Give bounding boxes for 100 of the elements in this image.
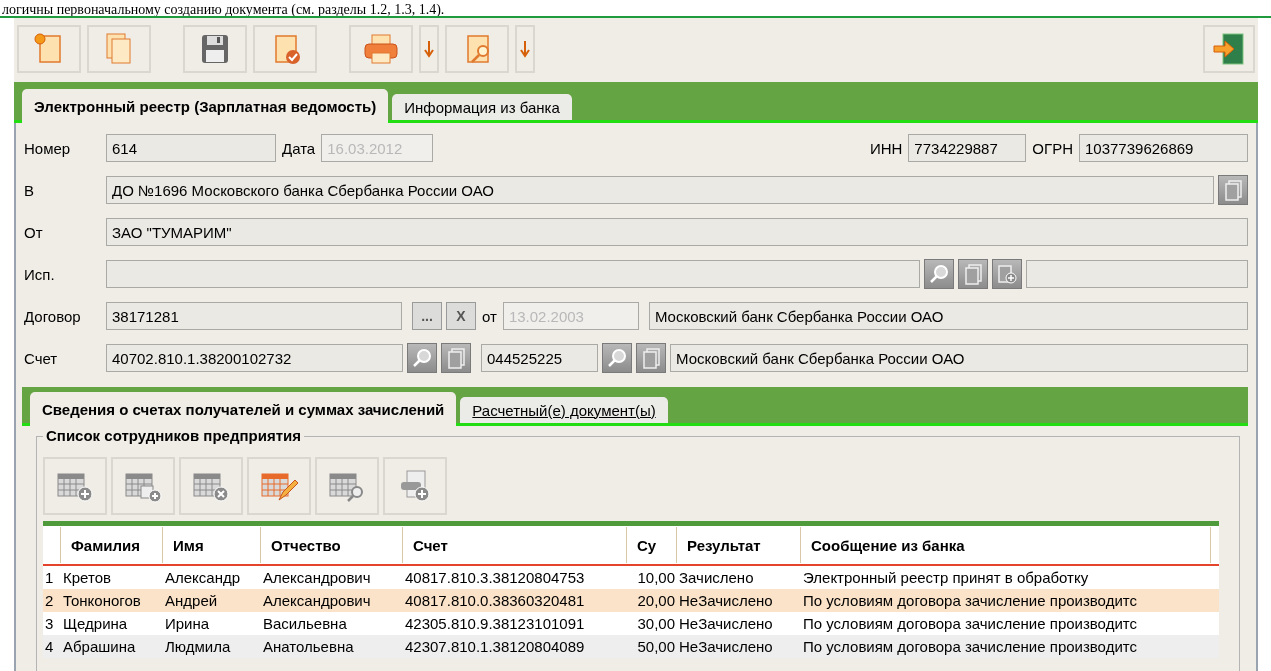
- column-header[interactable]: Су: [627, 527, 677, 563]
- executor-field[interactable]: [106, 260, 920, 288]
- column-header[interactable]: Результат: [677, 527, 801, 563]
- tab[interactable]: Электронный реестр (Зарплатная ведомость): [22, 89, 389, 123]
- approve-document-button[interactable]: [253, 25, 317, 73]
- tab[interactable]: Информация из банка: [392, 94, 572, 120]
- find-row-button[interactable]: [315, 457, 379, 515]
- ogrn-field[interactable]: 1037739626869: [1079, 134, 1248, 162]
- add-row-button[interactable]: [43, 457, 107, 515]
- column-header[interactable]: Отчество: [261, 527, 403, 563]
- table-cell-text: Тонконогов: [62, 592, 142, 609]
- table-cell-text: Зачислено: [678, 569, 755, 586]
- table-cell-text: 42307.810.1.38120804089: [404, 638, 586, 655]
- table-cell-text: 40817.810.0.38360320481: [404, 592, 586, 609]
- table-cell-text: 50,00: [636, 638, 676, 655]
- pages-icon: [446, 347, 466, 369]
- table-cell-text: Александрович: [262, 569, 372, 586]
- table-row[interactable]: 4 Абрашина Людмила Анатольевна 42307.810.1.38120804089 50,00 НеЗачислено По условиям договора зачисление производитс: [43, 635, 1219, 658]
- table-cell-text: Ирина: [164, 615, 211, 632]
- account-field[interactable]: 40702.810.1.38200102732: [106, 344, 403, 372]
- table-cell-text: Абрашина: [62, 638, 137, 655]
- recipient-field[interactable]: ДО №1696 Московского банка Сбербанка России ОАО: [106, 176, 1214, 204]
- pages-icon: [641, 347, 661, 369]
- executor-extra-field[interactable]: [1026, 260, 1248, 288]
- save-button[interactable]: [183, 25, 247, 73]
- table-cell-text: 2: [44, 592, 55, 609]
- table-cell-text: По условиям договора зачисление производитс: [802, 615, 1138, 632]
- search-button[interactable]: [602, 343, 632, 373]
- preview-button[interactable]: [445, 25, 509, 73]
- search-icon: [411, 347, 433, 369]
- printer-icon: [361, 31, 401, 67]
- exit-button[interactable]: [1203, 25, 1255, 73]
- column-header[interactable]: Имя: [163, 527, 261, 563]
- add-button[interactable]: [992, 259, 1022, 289]
- tab[interactable]: Расчетный(е) документ(ы): [460, 397, 668, 423]
- table-cell-text: 10,00: [636, 569, 676, 586]
- table-row[interactable]: 2 Тонконогов Андрей Александрович 40817.810.0.38360320481 20,00 НеЗачислено По условиям договора зачисление производитс: [43, 589, 1219, 612]
- print-dropdown-button[interactable]: [419, 25, 439, 73]
- down-arrow-icon: [424, 40, 434, 58]
- table-cell-text: 4: [44, 638, 55, 655]
- down-arrow-icon: [520, 40, 530, 58]
- table-cell-text: 40817.810.3.38120804753: [404, 569, 586, 586]
- table-cell-text: 30,00: [636, 615, 676, 632]
- field-label: от: [481, 307, 498, 325]
- field-label: Дата: [281, 139, 317, 157]
- column-header[interactable]: Фамилия: [61, 527, 163, 563]
- tab[interactable]: Сведения о счетах получателей и суммах зачислений: [30, 392, 457, 426]
- search-icon: [928, 263, 950, 285]
- table-cell-text: Александр: [164, 569, 242, 586]
- table-cell-text: Кретов: [62, 569, 112, 586]
- copy-document-button[interactable]: [87, 25, 151, 73]
- bik-field[interactable]: 044525225: [481, 344, 598, 372]
- sender-field[interactable]: ЗАО "ТУМАРИМ": [106, 218, 1248, 246]
- field-label: ИНН: [868, 139, 904, 157]
- new-document-button[interactable]: [17, 25, 81, 73]
- select-button[interactable]: [958, 259, 988, 289]
- field-label: От: [23, 223, 44, 241]
- edit-row-button[interactable]: [247, 457, 311, 515]
- table-cell-text: Александрович: [262, 592, 372, 609]
- delete-row-button[interactable]: [179, 457, 243, 515]
- table-cell-text: Васильевна: [262, 615, 348, 632]
- search-button[interactable]: [924, 259, 954, 289]
- add-rows-button[interactable]: [111, 457, 175, 515]
- door-arrow-icon: [1211, 31, 1247, 67]
- search-button[interactable]: [407, 343, 437, 373]
- field-label: Счет: [23, 349, 59, 367]
- field-label: Номер: [23, 139, 72, 157]
- table-cell-text: По условиям договора зачисление производитс: [802, 638, 1138, 655]
- preview-dropdown-button[interactable]: [515, 25, 535, 73]
- select-button[interactable]: [441, 343, 471, 373]
- select-button[interactable]: [636, 343, 666, 373]
- print-button[interactable]: [349, 25, 413, 73]
- number-field[interactable]: 614: [106, 134, 276, 162]
- table-cell-text: 20,00: [636, 592, 676, 609]
- search-icon: [606, 347, 628, 369]
- browse-button[interactable]: ...: [412, 302, 442, 330]
- column-header[interactable]: Сообщение из банка: [801, 527, 1211, 563]
- pages-icon: [1223, 179, 1243, 201]
- pages-plus-icon: [996, 263, 1018, 285]
- table-cell-text: По условиям договора зачисление производитс: [802, 592, 1138, 609]
- pages-icon: [963, 263, 983, 285]
- field-label: Договор: [23, 307, 82, 325]
- table-cell-text: НеЗачислено: [678, 615, 774, 632]
- clear-button[interactable]: X: [446, 302, 476, 330]
- table-cell-text: Электронный реестр принят в обработку: [802, 569, 1090, 586]
- column-header[interactable]: Счет: [403, 527, 627, 563]
- table-cell-text: НеЗачислено: [678, 638, 774, 655]
- table-cell-text: Анатольевна: [262, 638, 355, 655]
- table-cell-text: Щедрина: [62, 615, 129, 632]
- contract-field[interactable]: 38171281: [106, 302, 402, 330]
- contract-bank-field[interactable]: Московский банк Сбербанка России ОАО: [648, 302, 1248, 330]
- table-cell-text: НеЗачислено: [678, 592, 774, 609]
- field-label: Исп.: [23, 265, 56, 283]
- add-document-button[interactable]: [383, 457, 447, 515]
- field-label: В: [23, 181, 35, 199]
- account-bank-field[interactable]: Московский банк Сбербанка России ОАО: [670, 344, 1248, 372]
- table-cell-text: 3: [44, 615, 55, 632]
- select-button[interactable]: [1218, 175, 1248, 205]
- inn-field[interactable]: 7734229887: [908, 134, 1027, 162]
- table-cell-text: 1: [44, 569, 55, 586]
